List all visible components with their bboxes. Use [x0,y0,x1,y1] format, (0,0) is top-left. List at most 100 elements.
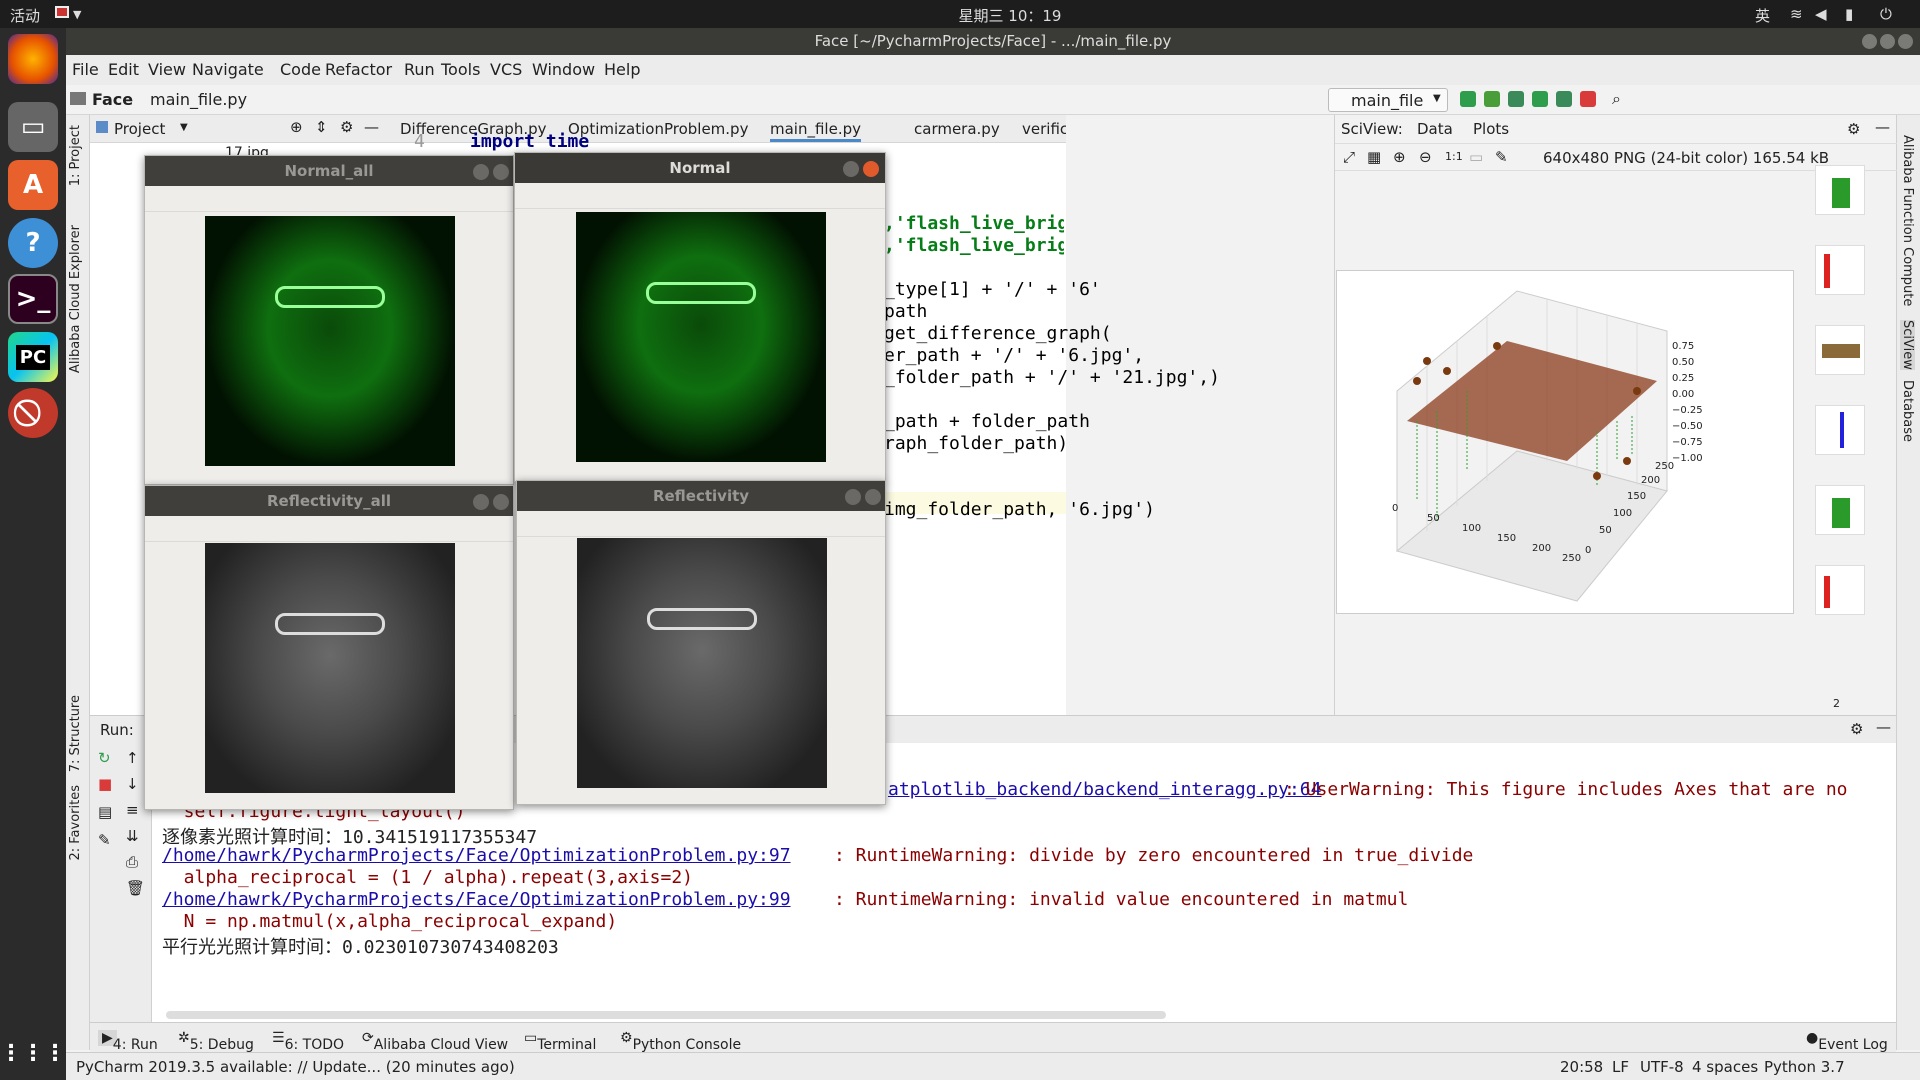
tab-optimizationproblem[interactable]: OptimizationProblem.py [568,120,748,138]
tab-function-compute[interactable]: Alibaba Function Compute [1900,135,1915,306]
maximize-button[interactable] [1880,34,1895,49]
terminal-icon[interactable]: >_ [8,274,58,324]
menu-code[interactable]: Code [280,60,321,79]
gear-icon[interactable]: ⚙ [340,118,353,136]
debug-icon[interactable] [1484,91,1500,107]
tab-data[interactable]: Data [1417,120,1453,138]
close-button[interactable] [493,164,509,180]
project-panel-title[interactable]: Project [114,120,165,138]
color-picker-icon[interactable]: ✎ [1495,148,1508,166]
input-method-indicator[interactable]: 英 [1755,5,1770,26]
figure-window-normal[interactable]: Normal [514,152,886,482]
tab-database[interactable]: Database [1900,380,1915,442]
tab-main-file[interactable]: main_file.py [770,120,861,142]
rerun-icon[interactable] [1460,91,1476,107]
search-icon[interactable]: ⌕ [1612,89,1621,109]
files-icon[interactable]: ▭ [8,102,58,152]
tab-sciview[interactable]: SciView [1900,320,1915,370]
firefox-icon[interactable] [8,34,58,84]
layout-icon[interactable]: ▤ [98,803,112,821]
pycharm-icon[interactable]: PC [8,332,58,382]
wrap-icon[interactable]: ≡ [126,801,139,819]
close-button[interactable] [863,161,879,177]
other-icon[interactable]: ⃠ [8,388,58,438]
figure-window-normal-all[interactable]: Normal_all [144,155,514,485]
pin-icon[interactable]: ✎ [98,831,111,849]
fit-icon[interactable]: ⤢ [1343,148,1355,166]
tab-structure[interactable]: 7: Structure [68,695,83,772]
menu-tools[interactable]: Tools [441,60,480,79]
app-menu-icon[interactable] [55,6,69,18]
caret-position[interactable]: 20:58 [1560,1058,1603,1076]
scroll-end-icon[interactable]: ⇊ [126,827,139,845]
profile-icon[interactable] [1532,91,1548,107]
tab-alibaba-explorer[interactable]: Alibaba Cloud Explorer [68,225,83,373]
rerun-icon[interactable]: ↻ [98,749,111,767]
volume-icon[interactable]: ◀ [1815,5,1827,23]
menu-run[interactable]: Run [404,60,435,79]
python-interpreter[interactable]: Python 3.7 [1764,1058,1845,1076]
wifi-icon[interactable]: ≋ [1790,5,1803,23]
tab-alibaba-cloud-view[interactable]: ⟳ Alibaba Cloud View [362,1030,508,1053]
app-grid-icon[interactable]: ⋮⋮⋮ [0,1028,66,1078]
gear-icon[interactable]: ⚙ [1850,720,1863,738]
plot-thumbnail[interactable] [1815,565,1865,615]
chevron-down-icon[interactable]: ▼ [180,122,188,133]
hide-icon[interactable]: — [1876,718,1891,736]
file-encoding[interactable]: UTF-8 [1640,1058,1684,1076]
power-icon[interactable]: ⏻ [1880,5,1892,23]
minimize-button[interactable] [1862,34,1877,49]
actual-size-button[interactable]: 1:1 [1445,150,1463,163]
zoom-out-icon[interactable]: ⊖ [1419,148,1432,166]
clock[interactable]: 星期三 10：19 [950,5,1070,26]
plot-image[interactable]: 0.75 0.50 0.25 0.00 −0.25 −0.50 −0.75 −1… [1336,270,1794,614]
grid-icon[interactable]: ▦ [1367,148,1381,166]
background-icon[interactable]: ▭ [1469,148,1483,166]
battery-icon[interactable]: ▮ [1845,5,1853,23]
breadcrumb-project[interactable]: Face [92,90,133,109]
trash-icon[interactable]: 🗑 [126,879,145,897]
up-icon[interactable]: ↑ [126,749,139,767]
menu-view[interactable]: View [148,60,186,79]
tab-favorites[interactable]: 2: Favorites [68,785,83,861]
run-config-select[interactable]: main_file ▼ [1328,88,1448,112]
console-link[interactable]: /home/hawrk/PycharmProjects/Face/Optimiz… [162,845,791,866]
collapse-icon[interactable]: ⇕ [315,118,328,136]
close-button[interactable] [865,489,881,505]
minimize-button[interactable] [473,164,489,180]
tab-project[interactable]: 1: Project [68,125,83,186]
console-link[interactable]: atplotlib_backend/backend_interagg.py:64 [888,779,1321,800]
hide-icon[interactable]: — [1875,118,1890,136]
horizontal-scrollbar[interactable] [166,1011,1166,1019]
gear-icon[interactable]: ⚙ [1847,120,1860,138]
software-icon[interactable]: A [8,160,58,210]
close-button[interactable] [1898,34,1913,49]
down-icon[interactable]: ↓ [126,775,139,793]
console-link[interactable]: /home/hawrk/PycharmProjects/Face/Optimiz… [162,889,791,910]
menu-file[interactable]: File [72,60,99,79]
tab-todo[interactable]: ☰ 6: TODO [272,1030,344,1053]
menu-edit[interactable]: Edit [108,60,139,79]
stop-icon[interactable]: ■ [98,775,112,793]
menu-window[interactable]: Window [532,60,595,79]
help-icon[interactable]: ? [8,218,58,268]
tab-run[interactable]: ▶ 4: Run [98,1030,158,1053]
minimize-button[interactable] [845,489,861,505]
line-separator[interactable]: LF [1612,1058,1629,1076]
menu-vcs[interactable]: VCS [490,60,522,79]
close-button[interactable] [493,494,509,510]
figure-window-reflectivity-all[interactable]: Reflectivity_all [144,485,514,810]
plot-thumbnail[interactable] [1815,165,1865,215]
print-icon[interactable]: ⎙ [126,853,138,871]
activities-button[interactable]: 活动 [10,5,40,26]
plot-thumbnail[interactable] [1815,325,1865,375]
menu-refactor[interactable]: Refactor [325,60,392,79]
minimize-button[interactable] [473,494,489,510]
tab-event-log[interactable]: ● Event Log [1806,1030,1888,1053]
concurrency-icon[interactable] [1556,91,1572,107]
plot-thumbnail[interactable] [1815,405,1865,455]
indent-setting[interactable]: 4 spaces [1692,1058,1758,1076]
minimize-button[interactable] [843,161,859,177]
stop-icon[interactable] [1580,91,1596,107]
plot-thumbnail[interactable] [1815,485,1865,535]
